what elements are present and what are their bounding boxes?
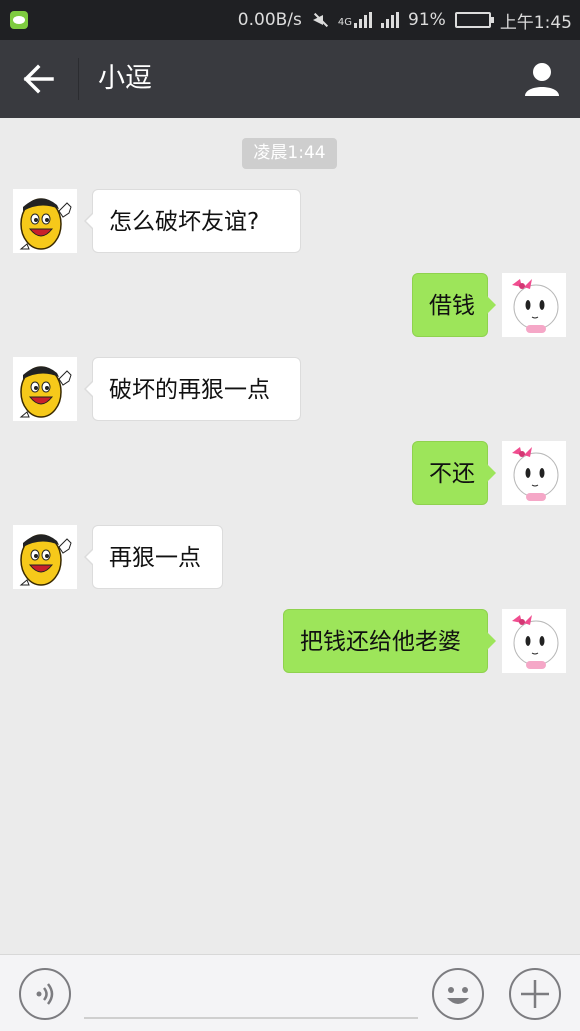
message-bubble-received[interactable]: 怎么破坏友谊? (84, 189, 301, 253)
cartoon-character-icon (13, 525, 77, 589)
status-bar: 0.00B/s 4G 91% 上午1:45 (0, 0, 580, 40)
my-avatar[interactable] (502, 609, 566, 673)
arrow-left-icon (23, 64, 54, 94)
voice-input-button[interactable] (19, 968, 71, 1020)
clock: 上午1:45 (499, 12, 572, 33)
4g-signal-icon: 4G (337, 12, 373, 28)
user-profile-icon (525, 63, 559, 96)
message-text: 怎么破坏友谊? (109, 209, 260, 235)
mute-icon (311, 12, 329, 28)
contact-avatar[interactable] (13, 189, 77, 253)
message-bubble-sent[interactable]: 借钱 (412, 273, 496, 337)
message-text: 不还 (429, 461, 475, 487)
network-type: 4G (337, 17, 353, 28)
message-text: 破坏的再狠一点 (109, 377, 270, 403)
chat-header: 小逗 (0, 40, 580, 118)
back-button[interactable] (14, 59, 64, 99)
contact-avatar[interactable] (13, 525, 77, 589)
signal-icon (381, 12, 400, 28)
smiley-icon (447, 987, 469, 1004)
more-options-button[interactable] (509, 968, 561, 1020)
cartoon-girl-icon (502, 609, 566, 673)
message-text: 借钱 (429, 293, 475, 319)
chat-info-button[interactable] (522, 60, 562, 100)
message-text: 把钱还给他老婆 (300, 629, 461, 655)
cartoon-character-icon (13, 189, 77, 253)
message-input[interactable] (84, 969, 418, 1019)
my-avatar[interactable] (502, 441, 566, 505)
plus-icon (521, 980, 549, 1008)
message-bubble-sent[interactable]: 不还 (412, 441, 496, 505)
battery-icon (454, 12, 494, 28)
cartoon-girl-icon (502, 273, 566, 337)
message-bubble-received[interactable]: 再狠一点 (84, 525, 223, 589)
my-avatar[interactable] (502, 273, 566, 337)
wechat-notification-icon (10, 11, 28, 29)
header-divider (78, 58, 79, 100)
message-text: 再狠一点 (109, 545, 201, 571)
cartoon-girl-icon (502, 441, 566, 505)
chat-title: 小逗 (98, 63, 152, 94)
cartoon-character-icon (13, 357, 77, 421)
message-timestamp: 凌晨1:44 (242, 138, 337, 169)
emoji-button[interactable] (432, 968, 484, 1020)
voice-icon (36, 983, 54, 1005)
network-speed: 0.00B/s (237, 10, 302, 30)
battery-percent: 91% (408, 10, 446, 30)
message-bubble-received[interactable]: 破坏的再狠一点 (84, 357, 301, 421)
message-bubble-sent[interactable]: 把钱还给他老婆 (283, 609, 496, 673)
input-bar (0, 954, 580, 1031)
contact-avatar[interactable] (13, 357, 77, 421)
